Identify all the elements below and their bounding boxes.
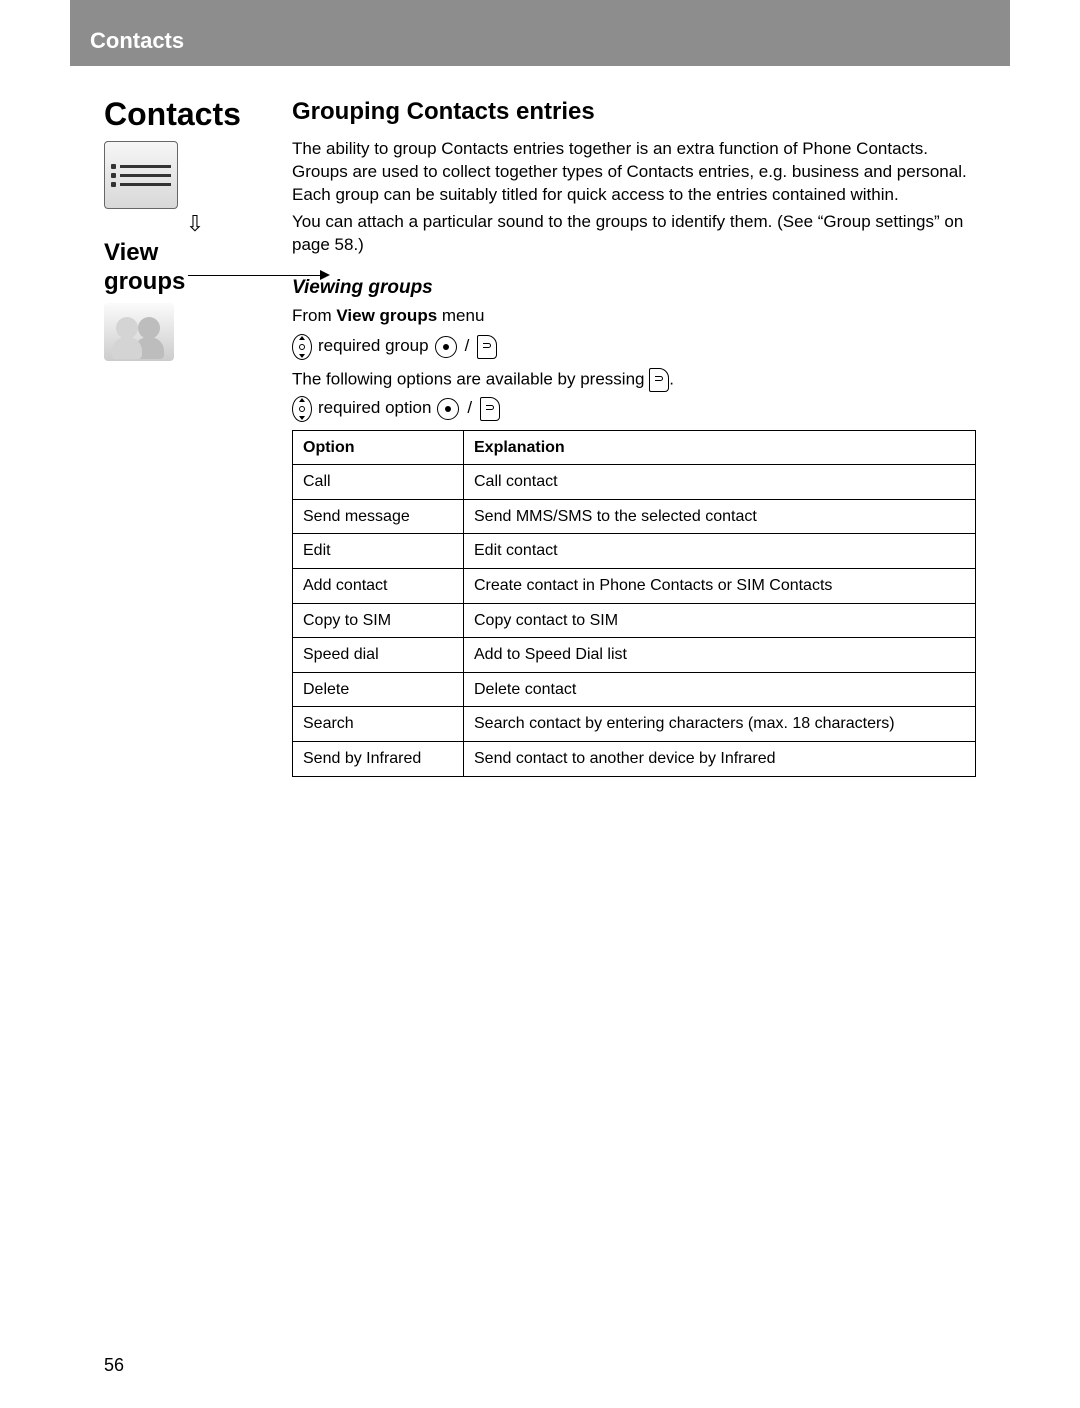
from-suffix: menu bbox=[437, 306, 484, 325]
option-cell: Edit bbox=[293, 534, 464, 569]
connector-arrow-icon bbox=[320, 270, 330, 280]
navigation-key-icon bbox=[292, 334, 312, 360]
option-cell: Speed dial bbox=[293, 638, 464, 673]
explanation-cell: Send contact to another device by Infrar… bbox=[464, 742, 976, 777]
separator: / bbox=[465, 397, 474, 420]
softkey-icon bbox=[649, 368, 669, 392]
section-title: Grouping Contacts entries bbox=[292, 96, 976, 128]
connector-line bbox=[188, 275, 322, 276]
explanation-cell: Delete contact bbox=[464, 672, 976, 707]
navigation-key-icon bbox=[292, 396, 312, 422]
options-table: Option Explanation Call Call contact Sen… bbox=[292, 430, 976, 777]
table-row: Send message Send MMS/SMS to the selecte… bbox=[293, 499, 976, 534]
subsection-heading: Viewing groups bbox=[292, 275, 976, 301]
sidebar-subtitle: View groups bbox=[104, 239, 264, 297]
breadcrumb: Contacts bbox=[90, 28, 990, 54]
explanation-cell: Add to Speed Dial list bbox=[464, 638, 976, 673]
option-cell: Copy to SIM bbox=[293, 603, 464, 638]
option-cell: Add contact bbox=[293, 569, 464, 604]
table-row: Call Call contact bbox=[293, 465, 976, 500]
table-row: Delete Delete contact bbox=[293, 672, 976, 707]
center-key-icon bbox=[435, 336, 457, 358]
options-intro-suffix: . bbox=[669, 369, 674, 388]
option-cell: Send by Infrared bbox=[293, 742, 464, 777]
from-bold: View groups bbox=[336, 306, 437, 325]
center-key-icon bbox=[437, 398, 459, 420]
table-row: Send by Infrared Send contact to another… bbox=[293, 742, 976, 777]
column-header-explanation: Explanation bbox=[464, 430, 976, 465]
explanation-cell: Copy contact to SIM bbox=[464, 603, 976, 638]
table-header-row: Option Explanation bbox=[293, 430, 976, 465]
intro-paragraph-2: You can attach a particular sound to the… bbox=[292, 211, 976, 257]
manual-page: Contacts Contacts ⇩ View groups bbox=[70, 0, 1010, 1400]
explanation-cell: Create contact in Phone Contacts or SIM … bbox=[464, 569, 976, 604]
table-row: Copy to SIM Copy contact to SIM bbox=[293, 603, 976, 638]
explanation-cell: Search contact by entering characters (m… bbox=[464, 707, 976, 742]
option-cell: Call bbox=[293, 465, 464, 500]
arrow-down-icon: ⇩ bbox=[126, 213, 264, 235]
contacts-list-icon bbox=[104, 141, 178, 209]
nav-instruction-1: required group / bbox=[292, 334, 976, 360]
nav-instruction-2: required option / bbox=[292, 396, 976, 422]
explanation-cell: Send MMS/SMS to the selected contact bbox=[464, 499, 976, 534]
view-groups-icon bbox=[104, 303, 174, 361]
softkey-icon bbox=[477, 335, 497, 359]
separator: / bbox=[463, 335, 472, 358]
column-header-option: Option bbox=[293, 430, 464, 465]
main-content: Grouping Contacts entries The ability to… bbox=[292, 96, 976, 777]
nav-text-1: required group bbox=[318, 335, 429, 358]
softkey-icon bbox=[480, 397, 500, 421]
option-cell: Send message bbox=[293, 499, 464, 534]
page-header-band: Contacts bbox=[70, 0, 1010, 66]
explanation-cell: Call contact bbox=[464, 465, 976, 500]
sidebar: Contacts ⇩ View groups bbox=[104, 96, 264, 777]
sidebar-subtitle-line1: View bbox=[104, 239, 158, 266]
table-row: Search Search contact by entering charac… bbox=[293, 707, 976, 742]
intro-paragraph-1: The ability to group Contacts entries to… bbox=[292, 138, 976, 207]
table-row: Speed dial Add to Speed Dial list bbox=[293, 638, 976, 673]
option-cell: Search bbox=[293, 707, 464, 742]
options-intro-prefix: The following options are available by p… bbox=[292, 369, 649, 388]
table-row: Edit Edit contact bbox=[293, 534, 976, 569]
explanation-cell: Edit contact bbox=[464, 534, 976, 569]
page-number: 56 bbox=[104, 1355, 124, 1376]
sidebar-title: Contacts bbox=[104, 96, 264, 133]
nav-text-2: required option bbox=[318, 397, 431, 420]
options-intro: The following options are available by p… bbox=[292, 368, 976, 392]
sidebar-subtitle-line2: groups bbox=[104, 268, 185, 295]
table-row: Add contact Create contact in Phone Cont… bbox=[293, 569, 976, 604]
from-prefix: From bbox=[292, 306, 336, 325]
option-cell: Delete bbox=[293, 672, 464, 707]
from-menu-line: From View groups menu bbox=[292, 305, 976, 328]
